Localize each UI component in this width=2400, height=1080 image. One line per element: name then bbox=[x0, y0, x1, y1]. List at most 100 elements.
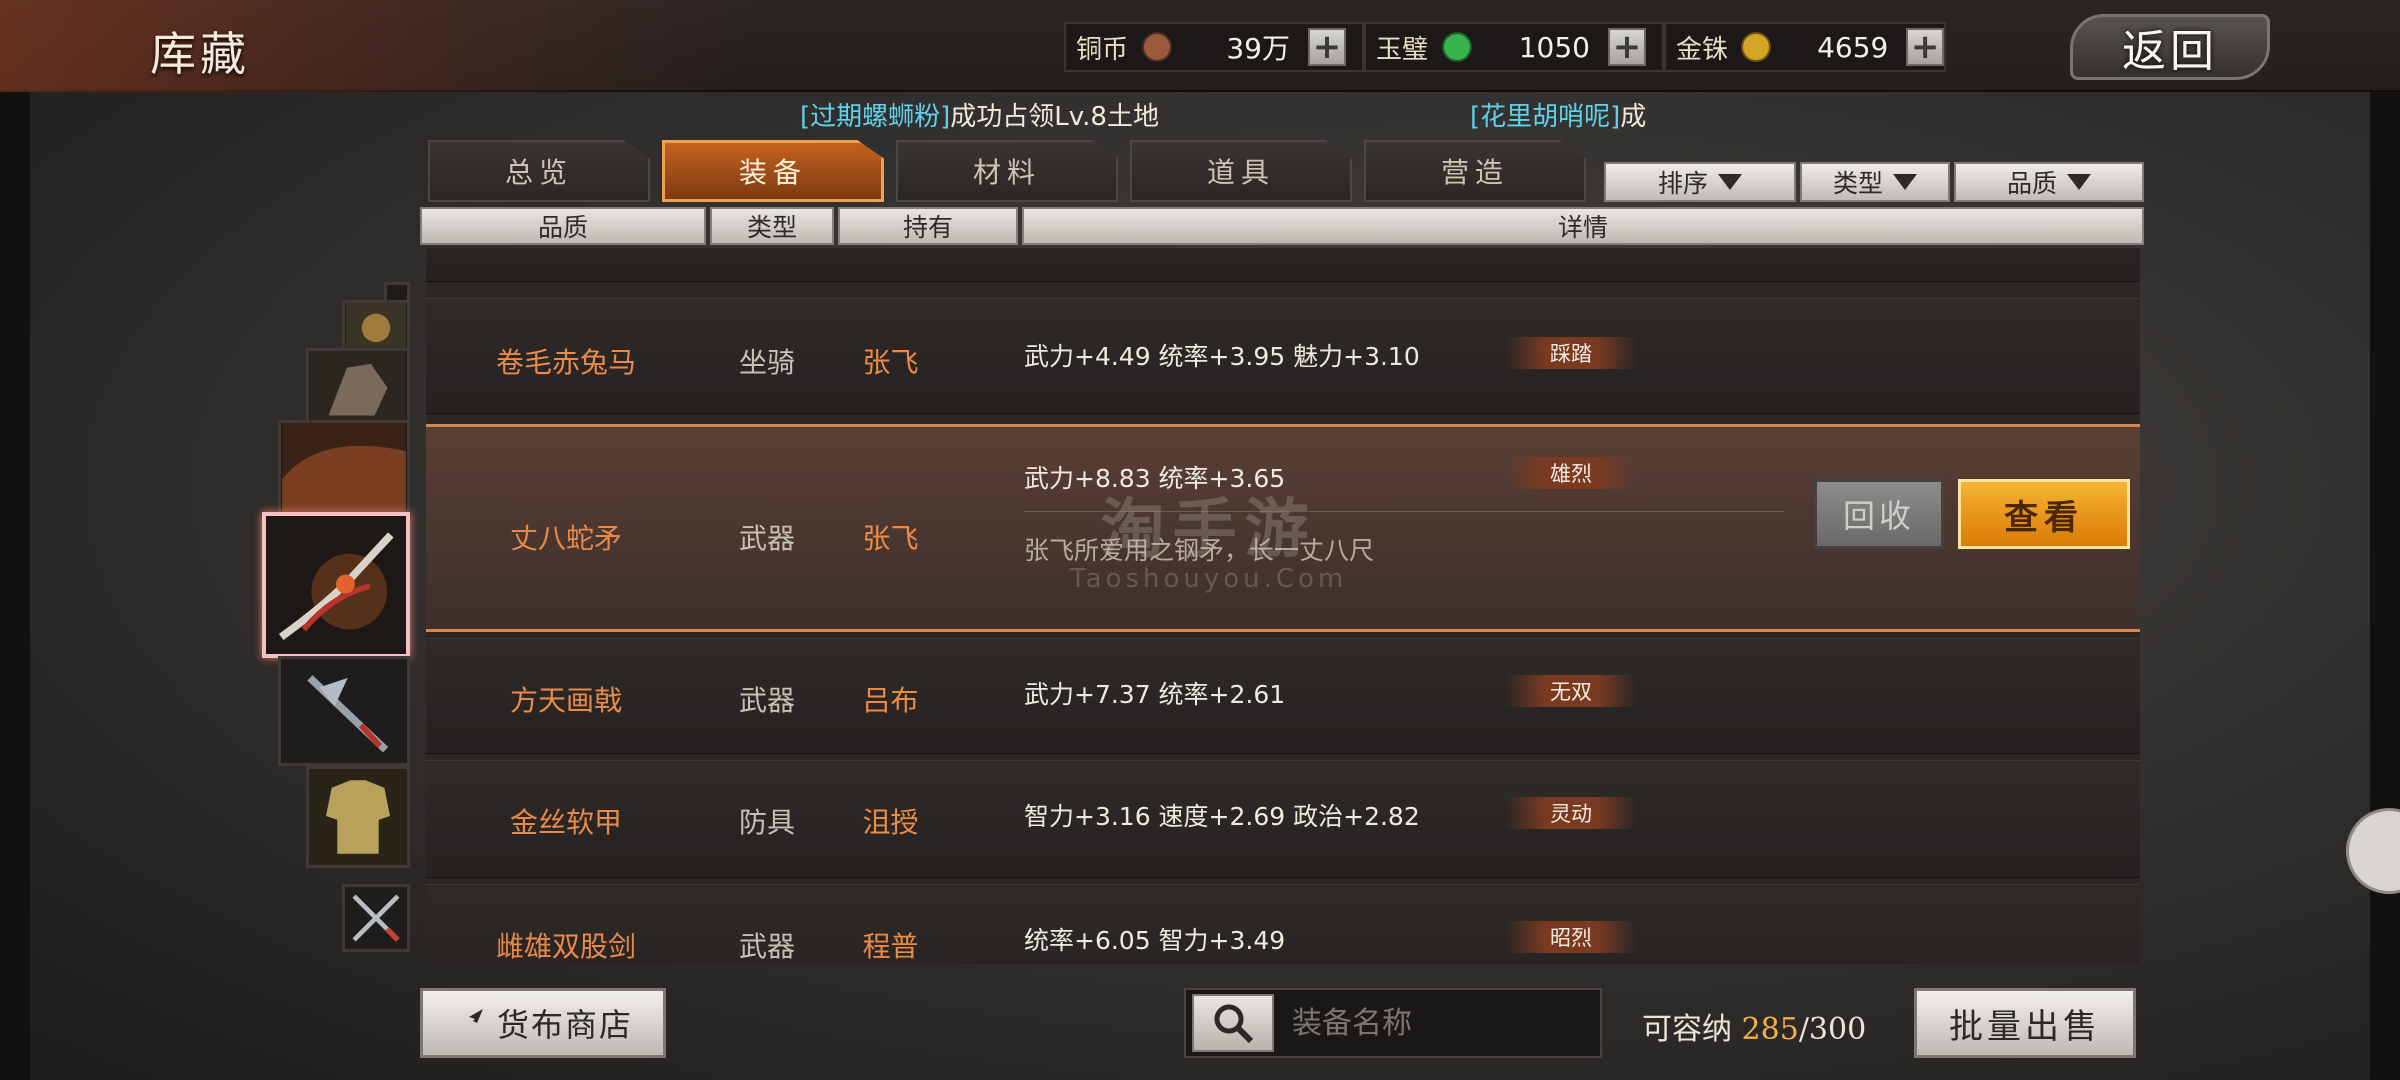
skill-label: 灵动 bbox=[1550, 802, 1592, 826]
skill-badge: 昭烈 bbox=[1506, 921, 1636, 953]
tab-construction[interactable]: 营造 bbox=[1364, 140, 1586, 202]
capacity-used: 285 bbox=[1741, 1012, 1799, 1047]
item-thumbnail[interactable] bbox=[278, 656, 410, 766]
column-type[interactable]: 类型 bbox=[710, 207, 834, 245]
shop-label: 货布商店 bbox=[496, 1006, 633, 1044]
capacity-label: 可容纳 bbox=[1642, 1012, 1732, 1047]
skill-badge: 灵动 bbox=[1506, 797, 1636, 829]
dropdown-arrow-icon bbox=[1893, 174, 1917, 190]
tab-label: 材料 bbox=[972, 156, 1041, 189]
item-type: 防具 bbox=[738, 806, 795, 839]
tab-overview[interactable]: 总览 bbox=[428, 140, 650, 202]
add-copper-button[interactable]: + bbox=[1308, 28, 1346, 66]
item-name: 金丝软甲 bbox=[509, 806, 622, 839]
horse-icon bbox=[310, 351, 406, 421]
item-type: 坐骑 bbox=[738, 346, 795, 379]
tab-equipment[interactable]: 装备 bbox=[662, 140, 884, 202]
bulk-sell-label: 批量出售 bbox=[1949, 1006, 2101, 1047]
item-thumbnail[interactable] bbox=[278, 420, 410, 514]
capacity-total: /300 bbox=[1798, 1012, 1867, 1047]
list-item[interactable]: 卷毛赤兔马 坐骑 张飞 武力+4.49 统率+3.95 魅力+3.10 踩踏 bbox=[426, 298, 2140, 414]
column-owner[interactable]: 持有 bbox=[838, 207, 1018, 245]
currency-copper: 铜币 39万 + bbox=[1064, 22, 1364, 72]
equipment-list[interactable]: 卷毛赤兔马 坐骑 张飞 武力+4.49 统率+3.95 魅力+3.10 踩踏 丈… bbox=[426, 248, 2140, 964]
item-thumbnail[interactable] bbox=[306, 348, 410, 424]
back-button[interactable]: 返回 bbox=[2070, 14, 2270, 80]
sort-dropdown[interactable]: 排序 bbox=[1604, 162, 1796, 202]
column-label: 详情 bbox=[1557, 213, 1608, 242]
ticker-message: [花里胡哨呢]成 bbox=[1470, 96, 1646, 132]
filter-label: 类型 bbox=[1832, 169, 1883, 198]
item-type: 武器 bbox=[738, 930, 795, 963]
watermark-en: Taoshouyou.Com bbox=[1070, 564, 1348, 594]
item-stats: 统率+6.05 智力+3.49 bbox=[1024, 926, 1286, 955]
capacity-indicator: 可容纳 285/300 bbox=[1642, 1004, 1866, 1048]
item-owner: 沮授 bbox=[862, 806, 919, 839]
skill-label: 无双 bbox=[1550, 680, 1592, 704]
item-thumbnail[interactable] bbox=[306, 766, 410, 868]
item-thumbnail[interactable] bbox=[342, 884, 410, 952]
tab-materials[interactable]: 材料 bbox=[896, 140, 1118, 202]
item-name: 方天画戟 bbox=[509, 684, 622, 717]
back-label: 返回 bbox=[2122, 26, 2218, 77]
bulk-sell-button[interactable]: 批量出售 bbox=[1914, 988, 2136, 1058]
dropdown-arrow-icon bbox=[2067, 174, 2091, 190]
page-title: 库藏 bbox=[150, 27, 250, 81]
currency-label: 玉璧 bbox=[1376, 34, 1429, 65]
type-dropdown[interactable]: 类型 bbox=[1800, 162, 1950, 202]
quality-dropdown[interactable]: 品质 bbox=[1954, 162, 2144, 202]
filter-label: 品质 bbox=[2006, 169, 2057, 198]
item-thumbnail[interactable] bbox=[342, 300, 410, 354]
serpent-spear-icon bbox=[266, 516, 406, 654]
view-button[interactable]: 查看 bbox=[1958, 479, 2130, 549]
skill-label: 雄烈 bbox=[1550, 462, 1592, 486]
shop-arrow-icon bbox=[456, 1009, 483, 1037]
search-button[interactable] bbox=[1192, 994, 1274, 1052]
list-item[interactable]: 金丝软甲 防具 沮授 智力+3.16 速度+2.69 政治+2.82 灵动 bbox=[426, 760, 2140, 878]
item-stats: 武力+4.49 统率+3.95 魅力+3.10 bbox=[1024, 342, 1420, 371]
plus-icon: + bbox=[1312, 27, 1342, 67]
title-glow bbox=[0, 0, 760, 92]
column-label: 持有 bbox=[902, 213, 953, 242]
item-thumbnail-selected[interactable] bbox=[262, 512, 410, 658]
right-border bbox=[2370, 0, 2400, 1080]
column-label: 类型 bbox=[746, 213, 797, 242]
list-item[interactable]: 方天画戟 武器 吕布 武力+7.37 统率+2.61 无双 bbox=[426, 638, 2140, 754]
list-item-partial[interactable] bbox=[426, 248, 2140, 282]
add-jade-button[interactable]: + bbox=[1608, 28, 1646, 66]
horse-mane-icon bbox=[282, 423, 406, 511]
skill-badge: 无双 bbox=[1506, 675, 1636, 707]
soft-armor-icon bbox=[309, 769, 407, 865]
add-gold-button[interactable]: + bbox=[1906, 28, 1945, 66]
list-item[interactable]: 雌雄双股剑 武器 程普 统率+6.05 智力+3.49 昭烈 bbox=[426, 884, 2140, 964]
column-quality[interactable]: 品质 bbox=[420, 207, 706, 245]
skill-badge: 踩踏 bbox=[1506, 337, 1636, 369]
currency-value: 1050 bbox=[1518, 30, 1590, 64]
dropdown-arrow-icon bbox=[1718, 174, 1742, 190]
currency-label: 铜币 bbox=[1076, 34, 1129, 65]
skill-label: 昭烈 bbox=[1550, 926, 1592, 950]
equipment-search-input[interactable] bbox=[1292, 1005, 1592, 1041]
view-label: 查看 bbox=[2004, 497, 2084, 538]
tab-items[interactable]: 道具 bbox=[1130, 140, 1352, 202]
column-details: 详情 bbox=[1022, 207, 2144, 245]
search-box bbox=[1184, 988, 1602, 1058]
currency-value: 4659 bbox=[1817, 30, 1889, 64]
item-name: 卷毛赤兔马 bbox=[495, 346, 636, 379]
watermark-cn: 淘手游 bbox=[1100, 493, 1317, 567]
skill-badge: 雄烈 bbox=[1506, 457, 1636, 489]
tab-label: 总览 bbox=[504, 156, 573, 189]
item-type: 武器 bbox=[738, 684, 795, 717]
item-owner: 张飞 bbox=[862, 346, 919, 379]
tab-label: 营造 bbox=[1440, 156, 1509, 189]
ticker-text: 成功占领Lv.8土地 bbox=[950, 102, 1159, 132]
ticker-player: [花里胡哨呢] bbox=[1470, 102, 1621, 132]
jade-coin-icon bbox=[1442, 32, 1472, 62]
recycle-button[interactable]: 回收 bbox=[1814, 479, 1944, 549]
item-stats: 武力+7.37 统率+2.61 bbox=[1024, 680, 1286, 709]
armor-icon bbox=[345, 303, 407, 351]
currency-shop-button[interactable]: 货布商店 bbox=[420, 988, 666, 1058]
ticker-text: 成 bbox=[1620, 102, 1647, 132]
top-bar: 库藏 铜币 39万 + 玉璧 1050 + 金铢 4659 + 返回 bbox=[0, 0, 2400, 92]
item-type: 武器 bbox=[738, 522, 795, 555]
